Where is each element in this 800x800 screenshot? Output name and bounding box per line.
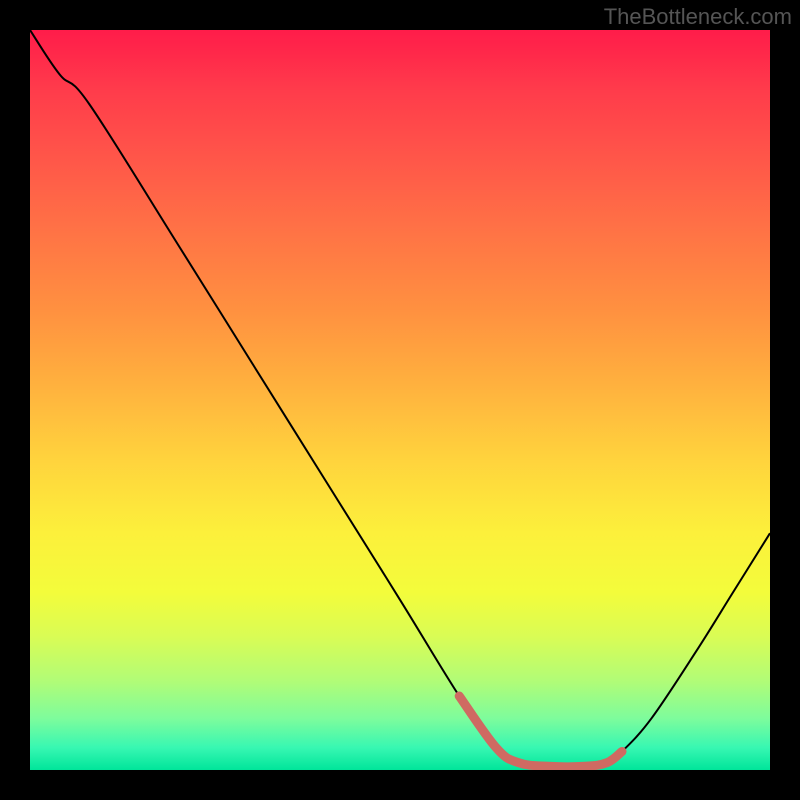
curve-layer <box>30 30 770 770</box>
watermark-text: TheBottleneck.com <box>604 4 792 30</box>
plot-area <box>30 30 770 770</box>
chart-container: TheBottleneck.com <box>0 0 800 800</box>
highlight-segment <box>459 696 622 767</box>
bottleneck-curve <box>30 30 770 767</box>
